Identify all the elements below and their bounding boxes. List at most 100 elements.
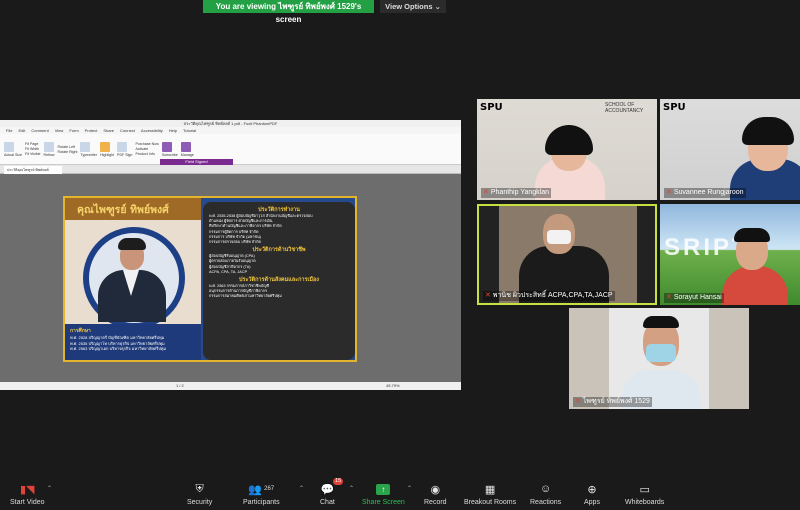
share-screen-icon: ↑ bbox=[376, 481, 391, 497]
ribbon-label-activate[interactable]: Activate bbox=[135, 147, 158, 151]
menu-form[interactable]: Form bbox=[69, 127, 78, 134]
bookshelf-right bbox=[709, 308, 749, 409]
breakout-rooms-icon: ▦ bbox=[484, 483, 496, 496]
video-tile-suvannee[interactable]: SPU ✕ Suvannee Rungjaroon bbox=[660, 99, 800, 200]
zoom-level[interactable]: 45.79% bbox=[386, 383, 400, 389]
ribbon-reflow-group: Reflow bbox=[43, 141, 55, 157]
mic-muted-icon: ✕ bbox=[575, 398, 581, 405]
menu-protect[interactable]: Protect bbox=[85, 127, 98, 134]
shield-icon: ⛨ bbox=[195, 482, 204, 495]
chat-options-chevron-icon[interactable]: ⌃ bbox=[349, 485, 354, 492]
pdf-menu-bar: File Edit Comment View Form Protect Shar… bbox=[0, 127, 461, 134]
whiteboards-button[interactable]: ▭ Whiteboards bbox=[625, 481, 664, 507]
ribbon-label-purchase[interactable]: Purchase Now bbox=[135, 142, 158, 146]
mic-muted-icon: ✕ bbox=[666, 189, 672, 196]
spu-logo: SPU bbox=[663, 102, 686, 113]
menu-share[interactable]: Share bbox=[103, 127, 114, 134]
manage-icon[interactable] bbox=[180, 141, 191, 152]
participant-name: ✕ Phanthip Yangklan bbox=[481, 188, 551, 198]
share-options-chevron-icon[interactable]: ⌃ bbox=[407, 485, 412, 492]
ribbon-fit-group: Fit Page Fit Width Fit Visible bbox=[25, 142, 41, 156]
menu-connect[interactable]: Connect bbox=[120, 127, 135, 134]
participants-button[interactable]: 👥 267 Participants bbox=[243, 481, 280, 507]
ribbon-manage-group: Manage bbox=[180, 141, 194, 157]
participant-name: ✕ Sorayut Hansai bbox=[664, 293, 724, 303]
person-hair bbox=[734, 228, 770, 242]
ribbon-label-fit-width[interactable]: Fit Width bbox=[25, 147, 41, 151]
ribbon-typewriter-group: Typewriter bbox=[80, 141, 98, 157]
menu-accessibility[interactable]: Accessibility bbox=[141, 127, 163, 134]
reactions-button[interactable]: ☺ Reactions bbox=[530, 481, 561, 506]
slide-person-name: คุณไพฑูรย์ ทิพย์พงศ์ bbox=[77, 204, 169, 216]
video-tile-sorayut[interactable]: SRIPTU ✕ Sorayut Hansai bbox=[660, 204, 800, 305]
view-options-button[interactable]: View Options ⌄ bbox=[380, 0, 446, 13]
typewriter-icon[interactable] bbox=[80, 141, 91, 152]
mic-muted-icon: ✕ bbox=[483, 189, 489, 196]
participant-name: ✕ Suvannee Rungjaroon bbox=[664, 188, 746, 198]
participants-options-chevron-icon[interactable]: ⌃ bbox=[299, 485, 304, 492]
viewing-banner: You are viewing ไพฑูรย์ ทิพย์พงศ์ 1529's… bbox=[203, 0, 374, 24]
breakout-rooms-button[interactable]: ▦ Breakout Rooms bbox=[464, 481, 516, 507]
school-logo: SCHOOL OF ACCOUNTANCY bbox=[605, 102, 644, 114]
actual-size-icon[interactable] bbox=[4, 141, 14, 152]
start-video-button[interactable]: ▮◥ Start Video bbox=[10, 481, 45, 507]
profile-slide: คุณไพฑูรย์ ทิพย์พงศ์ การศึกษา พ.ศ. 2528 … bbox=[63, 196, 357, 362]
ribbon-label-product-info[interactable]: Product Info bbox=[135, 152, 158, 156]
ribbon-sign-group: PDF Sign bbox=[117, 141, 132, 157]
pdf-document-tab[interactable]: ประวัติคุณไพฑูรย์ ทิพย์พงศ์ bbox=[4, 166, 62, 174]
video-tile-phanthip[interactable]: SPU SCHOOL OF ACCOUNTANCY ✕ Phanthip Yang… bbox=[477, 99, 657, 200]
menu-file[interactable]: File bbox=[6, 127, 12, 134]
ribbon-label-rotate-left[interactable]: Rotate Left bbox=[58, 145, 78, 149]
mic-muted-icon: ✕ bbox=[666, 294, 672, 301]
subscribe-icon[interactable] bbox=[161, 141, 172, 152]
slide-education-box: การศึกษา พ.ศ. 2528 ปริญญาตรี บัญชีบัณฑิต… bbox=[65, 324, 201, 360]
participant-name: ✕ ไพฑูรย์ ทิพย์พงศ์ 1529 bbox=[573, 397, 652, 407]
professional-line: ACPA, CPA, TA, JACP bbox=[209, 269, 248, 274]
education-line: พ.ศ. 2563 ปริญญาเอก บริหารธุรกิจ มหาวิทย… bbox=[70, 346, 167, 351]
reflow-icon[interactable] bbox=[43, 141, 54, 152]
ribbon-purchase-group: Purchase Now Activate Product Info bbox=[135, 142, 158, 156]
reactions-icon: ☺ bbox=[539, 483, 552, 495]
shared-screen: ประวัติคุณไพฑูรย์ ทิพย์พงศ์ 1.pdf - Foxi… bbox=[0, 120, 461, 390]
menu-edit[interactable]: Edit bbox=[18, 127, 25, 134]
slide-person-hair bbox=[118, 238, 146, 250]
highlight-icon[interactable] bbox=[100, 141, 111, 152]
person-body bbox=[722, 266, 788, 305]
pdf-sign-icon[interactable] bbox=[117, 141, 128, 152]
record-button[interactable]: ◉ Record bbox=[424, 481, 447, 507]
ribbon-label-fit-visible[interactable]: Fit Visible bbox=[25, 152, 41, 156]
video-off-icon: ▮◥ bbox=[20, 483, 35, 496]
spu-logo: SPU bbox=[480, 102, 503, 113]
security-button[interactable]: ⛨ Security bbox=[187, 481, 212, 507]
meeting-toolbar: ▮◥ Start Video ⌃ ⛨ Security 👥 267 Partici… bbox=[0, 478, 800, 510]
page-indicator[interactable]: 1 / 2 bbox=[176, 383, 184, 389]
pdf-tab-bar: ประวัติคุณไพฑูรย์ ทิพย์พงศ์ bbox=[0, 165, 461, 174]
ribbon-label-fit-page[interactable]: Fit Page bbox=[25, 142, 41, 146]
ribbon-view-group: Actual Size bbox=[4, 141, 22, 157]
education-heading: การศึกษา bbox=[70, 328, 91, 334]
video-tile-active-speaker[interactable]: ✕ พานิช ผิวประสิทธิ์ ACPA,CPA,TA,JACP bbox=[477, 204, 657, 305]
apps-button[interactable]: ⊕ Apps bbox=[584, 481, 600, 507]
professional-heading: ประวัติการด้านวิชาชีพ bbox=[252, 247, 306, 254]
ribbon-label-highlight: Highlight bbox=[100, 152, 115, 157]
menu-help[interactable]: Help bbox=[169, 127, 177, 134]
share-screen-button[interactable]: ↑ Share Screen bbox=[362, 481, 405, 506]
video-options-chevron-icon[interactable]: ⌃ bbox=[47, 485, 52, 492]
face-mask bbox=[547, 230, 571, 244]
bookshelf-left bbox=[569, 308, 609, 409]
work-line: กรรมการตรวจสอบ บริษัท จำกัด bbox=[209, 240, 261, 245]
ribbon-label-reflow: Reflow bbox=[43, 152, 55, 157]
chat-icon: 💬 15 bbox=[320, 478, 344, 496]
ribbon-label-manage: Manage bbox=[180, 152, 194, 157]
ribbon-label-typewriter: Typewriter bbox=[80, 152, 98, 157]
menu-view[interactable]: View bbox=[55, 127, 64, 134]
menu-comment[interactable]: Comment bbox=[31, 127, 48, 134]
video-tile-host[interactable]: ✕ ไพฑูรย์ ทิพย์พงศ์ 1529 bbox=[569, 308, 749, 409]
apps-icon: ⊕ bbox=[587, 483, 597, 496]
ribbon-label-actual-size: Actual Size bbox=[4, 152, 22, 157]
ribbon-label-subscribe: Subscribe bbox=[161, 152, 178, 157]
chat-button[interactable]: 💬 15 Chat bbox=[320, 478, 344, 506]
menu-tutorial[interactable]: Tutorial bbox=[183, 127, 196, 134]
slide-history-panel: ประวัติการทำงาน พ.ศ. 2535-2538 ผู้สอบบัญ… bbox=[203, 202, 355, 360]
ribbon-label-rotate-right[interactable]: Rotate Right bbox=[58, 150, 78, 154]
